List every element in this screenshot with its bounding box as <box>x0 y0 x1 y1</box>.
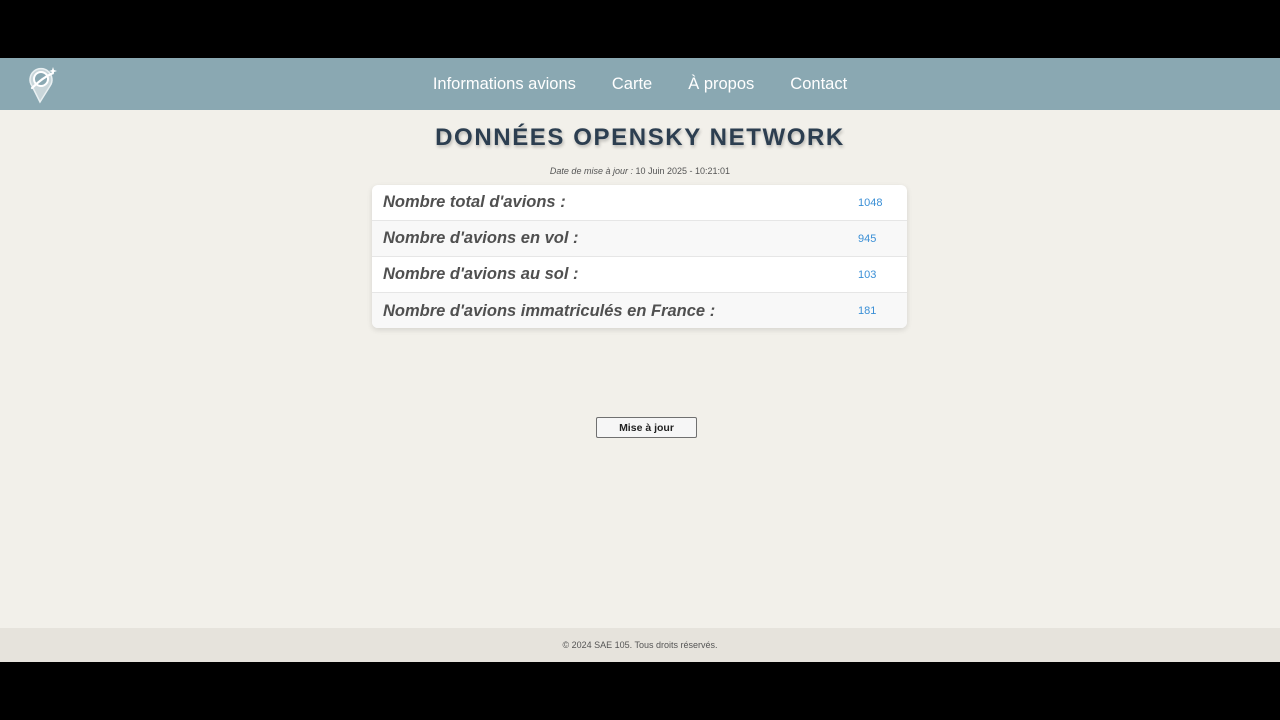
update-value: 10 Juin 2025 - 10:21:01 <box>635 166 731 176</box>
stat-value: 103 <box>858 268 877 281</box>
stat-label: Nombre d'avions au sol : <box>383 265 579 283</box>
update-label: Date de mise à jour : <box>549 166 633 176</box>
footer-copyright: © 2024 SAE 105. Tous droits réservés. <box>562 640 718 650</box>
page-title: DONNÉES OPENSKY NETWORK <box>435 124 845 151</box>
nav-link-carte[interactable]: Carte <box>612 75 652 94</box>
browser-viewport: Informations avions Carte À propos Conta… <box>0 58 1280 662</box>
update-button[interactable]: Mise à jour <box>596 417 697 438</box>
nav-links: Informations avions Carte À propos Conta… <box>0 58 1280 110</box>
nav-link-a-propos[interactable]: À propos <box>688 75 754 94</box>
stat-label: Nombre d'avions immatriculés en France : <box>383 301 716 320</box>
update-timestamp: Date de mise à jour : 10 Juin 2025 - 10:… <box>0 166 1280 176</box>
stat-row-on-ground: Nombre d'avions au sol : 103 <box>372 257 907 293</box>
stat-value: 181 <box>858 305 877 317</box>
stat-value: 1048 <box>858 196 883 209</box>
stat-row-france: Nombre d'avions immatriculés en France :… <box>372 293 907 328</box>
stats-card: Nombre total d'avions : 1048 Nombre d'av… <box>372 185 907 328</box>
stat-row-in-flight: Nombre d'avions en vol : 945 <box>372 221 907 257</box>
top-navbar: Informations avions Carte À propos Conta… <box>0 58 1280 110</box>
stat-label: Nombre total d'avions : <box>383 193 566 211</box>
stat-label: Nombre d'avions en vol : <box>383 229 579 247</box>
nav-link-informations-avions[interactable]: Informations avions <box>433 75 576 94</box>
nav-link-contact[interactable]: Contact <box>790 75 847 94</box>
stat-value: 945 <box>858 232 877 245</box>
footer: © 2024 SAE 105. Tous droits réservés. <box>0 628 1280 662</box>
stat-row-total: Nombre total d'avions : 1048 <box>372 185 907 221</box>
